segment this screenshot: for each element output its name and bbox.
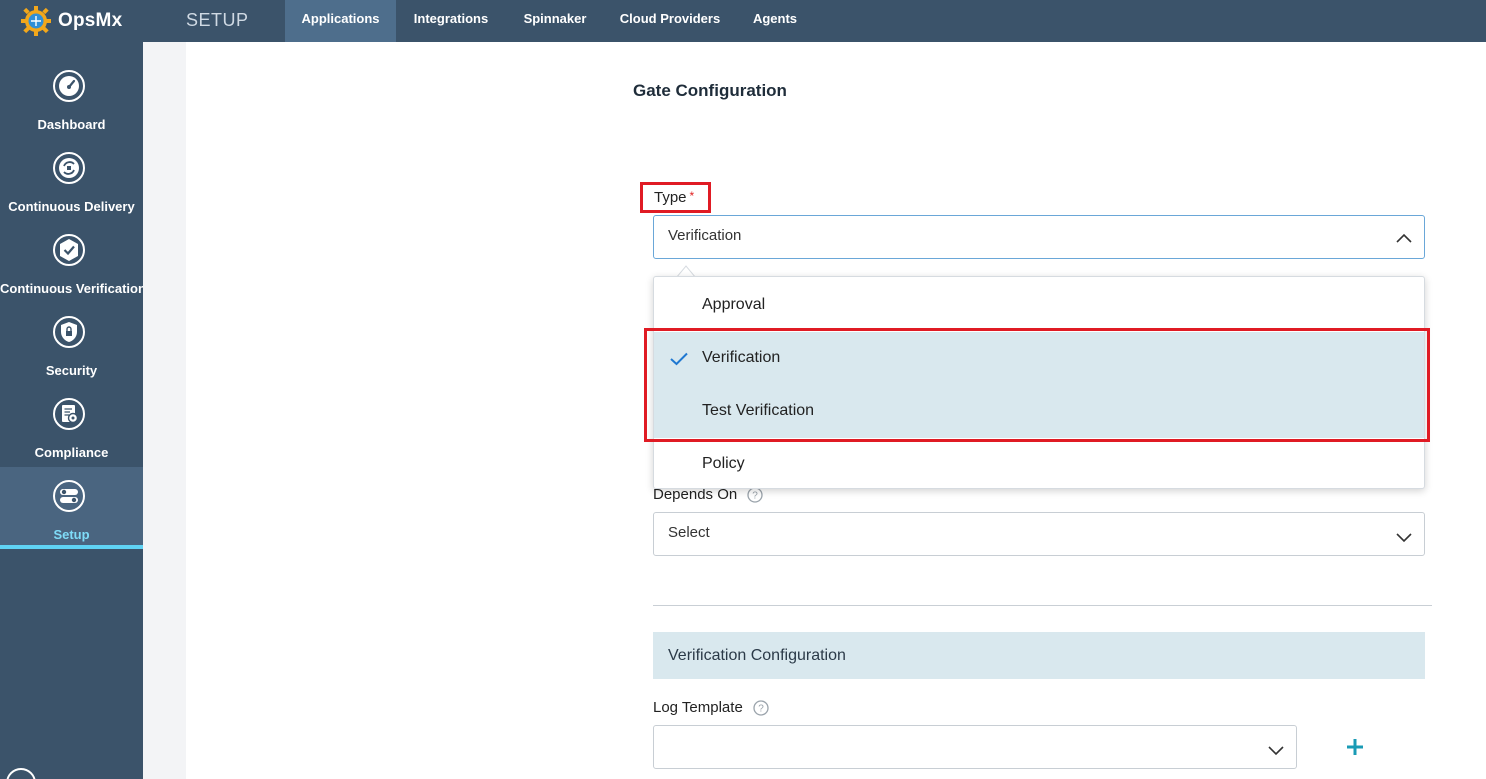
section-title: Verification Configuration — [668, 647, 846, 664]
option-approval[interactable]: Approval — [654, 279, 1424, 332]
sidebar-item-continuous-delivery[interactable]: Continuous Delivery — [0, 141, 143, 221]
chevron-down-icon — [1396, 533, 1412, 543]
log-template-label-text: Log Template — [653, 699, 743, 716]
type-select[interactable]: Verification — [653, 215, 1425, 259]
required-marker: * — [689, 189, 695, 203]
page-title: Gate Configuration — [633, 81, 787, 100]
brand-name: OpsMx — [58, 10, 123, 31]
sidebar: Dashboard Continuous Delivery Continuous… — [0, 42, 146, 779]
log-template-select[interactable] — [653, 725, 1297, 769]
shield-lock-icon — [53, 316, 85, 348]
chevron-up-icon — [1396, 233, 1412, 243]
depends-on-select[interactable]: Select — [653, 512, 1425, 556]
user-avatar[interactable] — [6, 768, 36, 779]
verification-configuration-header: Verification Configuration — [653, 632, 1425, 679]
option-policy[interactable]: Policy — [654, 438, 1424, 491]
sidebar-item-label: Continuous Verification — [0, 281, 146, 296]
sidebar-item-label: Continuous Delivery — [8, 199, 135, 214]
sidebar-item-setup[interactable]: Setup — [0, 467, 143, 549]
highlight-box-verification-options — [644, 328, 1430, 442]
type-select-value: Verification — [668, 227, 742, 244]
cycle-icon — [53, 152, 85, 184]
tab-applications[interactable]: Applications — [285, 0, 396, 42]
sidebar-item-continuous-verification[interactable]: Continuous Verification — [0, 223, 146, 303]
sidebar-item-label: Dashboard — [37, 117, 106, 132]
sidebar-item-security[interactable]: Security — [0, 305, 143, 385]
badge-check-icon — [53, 234, 85, 266]
depends-on-value: Select — [668, 524, 710, 541]
toggles-icon — [53, 480, 85, 512]
type-label: Type * — [654, 189, 694, 206]
opsmx-logo[interactable]: OpsMx — [20, 6, 122, 36]
gear-logo-icon — [21, 6, 51, 36]
add-template-plus-icon[interactable] — [1345, 737, 1365, 757]
tab-integrations[interactable]: Integrations — [400, 0, 502, 42]
chevron-down-icon — [1268, 746, 1284, 756]
document-gear-icon — [53, 398, 85, 430]
sidebar-item-label: Security — [45, 363, 98, 378]
tab-spinnaker[interactable]: Spinnaker — [510, 0, 600, 42]
tab-cloud-providers[interactable]: Cloud Providers — [610, 0, 730, 42]
option-label: Policy — [702, 455, 745, 472]
sidebar-item-compliance[interactable]: Compliance — [0, 387, 143, 467]
section-title: SETUP — [186, 10, 249, 30]
log-template-label: Log Template ? — [653, 699, 769, 716]
help-icon[interactable]: ? — [753, 700, 769, 716]
tab-agents[interactable]: Agents — [740, 0, 810, 42]
type-label-text: Type — [654, 189, 687, 206]
content-gutter — [143, 42, 186, 779]
sidebar-item-label: Compliance — [34, 445, 109, 460]
divider — [653, 605, 1432, 606]
sidebar-item-label: Setup — [53, 527, 90, 542]
sidebar-item-dashboard[interactable]: Dashboard — [0, 59, 143, 139]
svg-text:?: ? — [753, 491, 759, 502]
svg-text:?: ? — [758, 704, 764, 715]
option-label: Approval — [702, 296, 766, 313]
top-nav-bar: OpsMx SETUP Applications Integrations Sp… — [0, 0, 1486, 42]
gauge-icon — [53, 70, 85, 102]
